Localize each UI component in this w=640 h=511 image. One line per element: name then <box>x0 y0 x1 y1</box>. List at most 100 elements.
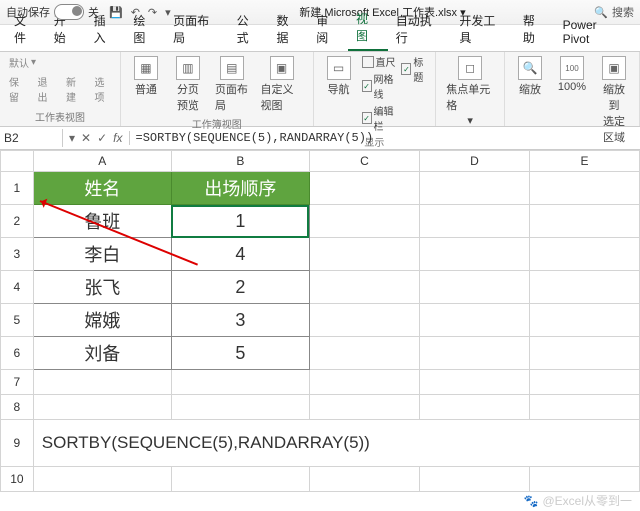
cell[interactable] <box>309 304 419 337</box>
cell[interactable] <box>33 395 171 420</box>
col-header[interactable]: E <box>529 151 639 172</box>
pagelayout-button[interactable]: ▤页面布局 <box>211 54 253 115</box>
tab-powerpivot[interactable]: Power Pivot <box>555 13 634 51</box>
cell[interactable] <box>419 304 529 337</box>
cell[interactable] <box>529 238 639 271</box>
cell[interactable] <box>419 271 529 304</box>
tab-insert[interactable]: 插入 <box>86 7 126 51</box>
cell[interactable] <box>33 370 171 395</box>
dropdown-icon[interactable]: ▾ <box>69 131 75 145</box>
tab-view[interactable]: 视图 <box>348 5 388 51</box>
row-header[interactable]: 3 <box>1 238 34 271</box>
cell[interactable] <box>33 467 171 492</box>
cell[interactable] <box>309 370 419 395</box>
name-box[interactable]: B2 <box>0 129 63 147</box>
tab-review[interactable]: 审阅 <box>308 7 348 51</box>
tab-pagelayout[interactable]: 页面布局 <box>165 7 229 51</box>
row-header[interactable]: 6 <box>1 337 34 370</box>
cell[interactable]: 2 <box>171 271 309 304</box>
cell[interactable] <box>419 337 529 370</box>
toggle-switch[interactable] <box>54 4 84 20</box>
cell[interactable]: 4 <box>171 238 309 271</box>
cell[interactable] <box>529 271 639 304</box>
fx-icon[interactable]: fx <box>113 131 122 145</box>
cell[interactable] <box>171 467 309 492</box>
cell[interactable]: 李白 <box>33 238 171 271</box>
cell[interactable]: 5 <box>171 337 309 370</box>
cell[interactable] <box>309 467 419 492</box>
cell[interactable] <box>529 370 639 395</box>
cell-selected[interactable]: 1 <box>171 205 309 238</box>
gridlines-check[interactable]: ✓网格线 <box>362 71 398 101</box>
formula-bar[interactable]: =SORTBY(SEQUENCE(5),RANDARRAY(5)) <box>130 129 640 147</box>
cell[interactable] <box>529 304 639 337</box>
cell[interactable]: 鲁班 <box>33 205 171 238</box>
row-header[interactable]: 1 <box>1 172 34 205</box>
col-header[interactable]: A <box>33 151 171 172</box>
zoom-sel-icon: ▣ <box>602 56 626 80</box>
cell[interactable] <box>419 238 529 271</box>
cell[interactable] <box>419 467 529 492</box>
cancel-icon[interactable]: ✕ <box>81 131 91 145</box>
col-header[interactable]: C <box>309 151 419 172</box>
exit-button[interactable]: 退出 <box>34 73 56 105</box>
cell[interactable] <box>529 467 639 492</box>
col-header[interactable]: D <box>419 151 529 172</box>
tab-developer[interactable]: 开发工具 <box>451 7 515 51</box>
row-header[interactable]: 2 <box>1 205 34 238</box>
cell[interactable] <box>309 172 419 205</box>
cell[interactable] <box>309 337 419 370</box>
default-view[interactable]: 默认 ▾ <box>6 54 39 71</box>
cell[interactable] <box>171 395 309 420</box>
cell[interactable] <box>529 395 639 420</box>
zoom-button[interactable]: 🔍缩放 <box>511 54 549 99</box>
tab-data[interactable]: 数据 <box>268 7 308 51</box>
row-header[interactable]: 8 <box>1 395 34 420</box>
enter-icon[interactable]: ✓ <box>97 131 107 145</box>
cell[interactable] <box>419 172 529 205</box>
normal-view-button[interactable]: ▦普通 <box>127 54 165 99</box>
customview-button[interactable]: ▣自定义视图 <box>257 54 307 115</box>
select-all-corner[interactable] <box>1 151 34 172</box>
row-header[interactable]: 7 <box>1 370 34 395</box>
focus-cell-button[interactable]: ◻焦点单元格 ▾ <box>442 54 498 129</box>
cell[interactable] <box>309 395 419 420</box>
cell[interactable] <box>309 271 419 304</box>
cell[interactable] <box>309 205 419 238</box>
row-header[interactable]: 9 <box>1 420 34 467</box>
table-header-name[interactable]: 姓名 <box>33 172 171 205</box>
new-button[interactable]: 新建 <box>63 73 85 105</box>
cell[interactable] <box>419 205 529 238</box>
tab-formulas[interactable]: 公式 <box>229 7 269 51</box>
row-header[interactable]: 4 <box>1 271 34 304</box>
cell[interactable] <box>419 395 529 420</box>
checkbox-icon: ✓ <box>362 112 372 124</box>
cell[interactable]: 张飞 <box>33 271 171 304</box>
cell[interactable]: 刘备 <box>33 337 171 370</box>
tab-automate[interactable]: 自动执行 <box>388 7 452 51</box>
cell[interactable] <box>529 337 639 370</box>
tab-help[interactable]: 帮助 <box>515 7 555 51</box>
tab-file[interactable]: 文件 <box>6 7 46 51</box>
ruler-check[interactable]: 直尺 <box>362 54 398 69</box>
worksheet[interactable]: A B C D E 1 姓名 出场顺序 2 鲁班 1 3 李白 4 4 张飞 2… <box>0 150 640 511</box>
table-header-order[interactable]: 出场顺序 <box>171 172 309 205</box>
zoom-100-button[interactable]: 100100% <box>553 54 591 95</box>
options-button[interactable]: 选项 <box>91 73 113 105</box>
tab-draw[interactable]: 绘图 <box>125 7 165 51</box>
cell[interactable] <box>529 172 639 205</box>
navigation-button[interactable]: ▭导航 <box>320 54 358 99</box>
cell[interactable]: 嫦娥 <box>33 304 171 337</box>
cell[interactable] <box>529 205 639 238</box>
col-header[interactable]: B <box>171 151 309 172</box>
headings-check[interactable]: ✓标题 <box>401 54 429 84</box>
row-header[interactable]: 10 <box>1 467 34 492</box>
keep-button[interactable]: 保留 <box>6 73 28 105</box>
pagebreak-button[interactable]: ▥分页 预览 <box>169 54 207 115</box>
row-header[interactable]: 5 <box>1 304 34 337</box>
cell[interactable]: 3 <box>171 304 309 337</box>
cell[interactable] <box>171 370 309 395</box>
cell[interactable] <box>419 370 529 395</box>
formula-display-cell[interactable]: SORTBY(SEQUENCE(5),RANDARRAY(5)) <box>33 420 639 467</box>
cell[interactable] <box>309 238 419 271</box>
